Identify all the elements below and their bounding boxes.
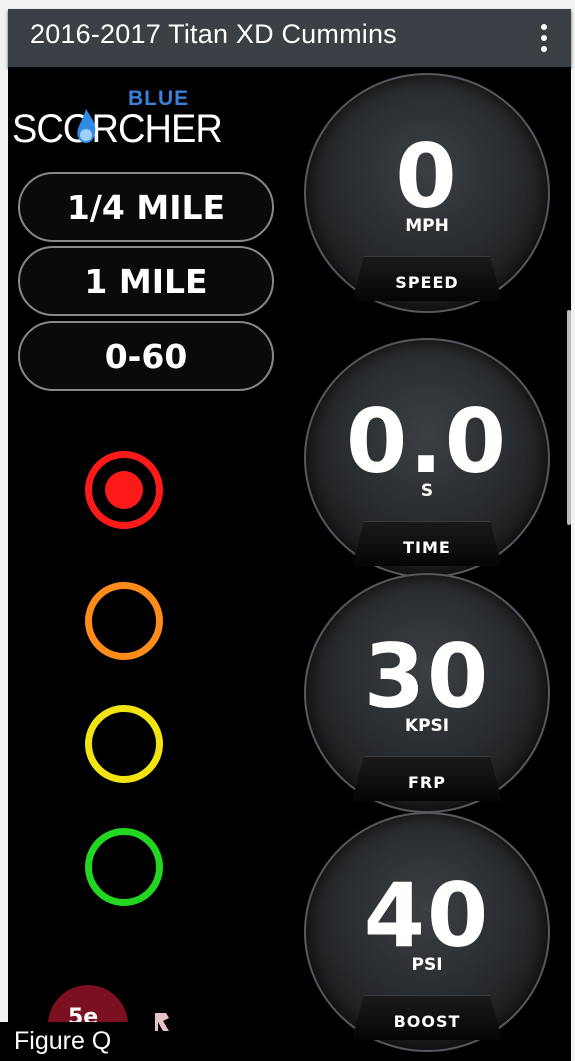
- blue-scorcher-logo: BLUE SCORCHER: [12, 87, 223, 157]
- time-label: TIME: [403, 538, 451, 557]
- app-bar: 2016-2017 Titan XD Cummins: [8, 9, 571, 67]
- page-title: 2016-2017 Titan XD Cummins: [30, 19, 397, 49]
- scrollbar[interactable]: [567, 310, 571, 525]
- frp-label: FRP: [408, 773, 446, 792]
- frp-value: 30: [363, 625, 491, 728]
- mode-zero-sixty-button[interactable]: 0-60: [18, 321, 274, 391]
- more-vert-icon[interactable]: [531, 19, 557, 57]
- boost-value: 40: [363, 864, 491, 967]
- boost-unit: PSI: [411, 955, 443, 975]
- time-gauge: 0.0 S TIME: [304, 338, 550, 578]
- speed-gauge: 0 MPH SPEED: [304, 73, 550, 313]
- right-edge: [571, 0, 575, 1061]
- figure-caption: Figure Q: [0, 1022, 140, 1061]
- flame-icon: [77, 109, 96, 143]
- red-light-indicator: [85, 451, 163, 529]
- brand-mark-icon: [155, 1013, 169, 1031]
- red-light-dot: [105, 471, 143, 509]
- speed-value: 0: [395, 125, 459, 228]
- speed-label: SPEED: [395, 273, 459, 292]
- boost-gauge: 40 PSI BOOST: [304, 812, 550, 1052]
- left-edge: [0, 0, 8, 1061]
- yellow-light-indicator: [85, 705, 163, 783]
- mode-quarter-mile-button[interactable]: 1/4 MILE: [18, 172, 274, 242]
- orange-light-indicator: [85, 582, 163, 660]
- green-light-indicator: [85, 828, 163, 906]
- frp-unit: KPSI: [404, 716, 450, 736]
- speed-unit: MPH: [405, 216, 449, 236]
- boost-label: BOOST: [393, 1012, 461, 1031]
- time-unit: S: [420, 481, 434, 501]
- frp-gauge: 30 KPSI FRP: [304, 573, 550, 813]
- logo-word: SCORCHER: [12, 107, 223, 151]
- time-value: 0.0: [346, 390, 508, 493]
- mode-one-mile-button[interactable]: 1 MILE: [18, 246, 274, 316]
- status-bar-area: [0, 0, 575, 9]
